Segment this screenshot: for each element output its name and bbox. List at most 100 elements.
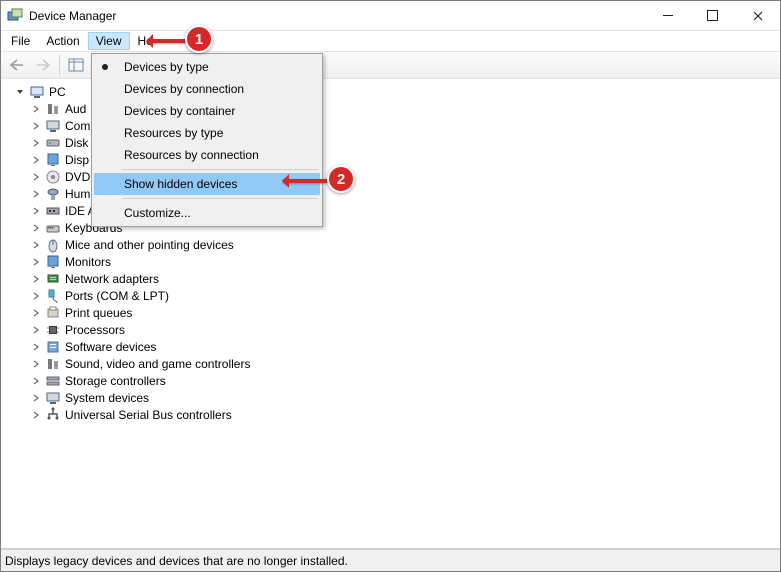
device-category-icon xyxy=(45,152,61,168)
menu-action[interactable]: Action xyxy=(38,32,87,50)
annotation-1: 1 xyxy=(185,25,213,53)
tree-item-label: Disk xyxy=(65,136,88,150)
menu-item[interactable]: Devices by connection xyxy=(94,78,320,100)
menu-item-label: Devices by connection xyxy=(124,82,244,96)
tree-item-label: Processors xyxy=(65,323,125,337)
caret-right-icon[interactable] xyxy=(31,376,41,386)
menu-item[interactable]: Devices by container xyxy=(94,100,320,122)
caret-right-icon[interactable] xyxy=(31,206,41,216)
caret-right-icon[interactable] xyxy=(31,138,41,148)
menu-item[interactable]: Resources by connection xyxy=(94,144,320,166)
caret-right-icon[interactable] xyxy=(31,274,41,284)
device-category-icon xyxy=(45,203,61,219)
device-category-icon xyxy=(45,254,61,270)
tree-item-label: System devices xyxy=(65,391,149,405)
menu-item[interactable]: Customize... xyxy=(94,202,320,224)
menubar: File Action View He xyxy=(1,31,780,51)
toolbar-separator xyxy=(59,55,60,75)
view-dropdown-menu: Devices by type Devices by connection Devi… xyxy=(91,53,323,227)
menu-item-label: Resources by connection xyxy=(124,148,259,162)
caret-right-icon[interactable] xyxy=(31,342,41,352)
menu-file[interactable]: File xyxy=(3,32,38,50)
tree-item-label: Print queues xyxy=(65,306,132,320)
device-category-icon xyxy=(45,356,61,372)
device-category-icon xyxy=(45,390,61,406)
menu-item[interactable]: Devices by type xyxy=(94,56,320,78)
maximize-button[interactable] xyxy=(690,1,735,30)
tree-item-label: Mice and other pointing devices xyxy=(65,238,234,252)
device-category-icon xyxy=(45,288,61,304)
tree-item-label: Network adapters xyxy=(65,272,159,286)
menu-separator xyxy=(122,169,318,170)
device-category-icon xyxy=(45,237,61,253)
tree-item-label: Universal Serial Bus controllers xyxy=(65,408,232,422)
status-text: Displays legacy devices and devices that… xyxy=(5,554,348,568)
tree-item-label: Hum xyxy=(65,187,90,201)
tree-item[interactable]: Monitors xyxy=(7,253,780,270)
tree-item[interactable]: Ports (COM & LPT) xyxy=(7,287,780,304)
tree-item[interactable]: Processors xyxy=(7,321,780,338)
tree-item[interactable]: System devices xyxy=(7,389,780,406)
device-category-icon xyxy=(45,305,61,321)
caret-right-icon[interactable] xyxy=(31,291,41,301)
menu-separator xyxy=(122,198,318,199)
device-category-icon xyxy=(45,373,61,389)
menu-item-label: Devices by type xyxy=(124,60,209,74)
tree-item-label: Aud xyxy=(65,102,86,116)
device-category-icon xyxy=(45,407,61,423)
device-category-icon xyxy=(45,339,61,355)
tree-item-label: Ports (COM & LPT) xyxy=(65,289,169,303)
tree-item[interactable]: Sound, video and game controllers xyxy=(7,355,780,372)
titlebar: Device Manager xyxy=(1,1,780,31)
caret-right-icon[interactable] xyxy=(31,410,41,420)
tree-item[interactable]: Network adapters xyxy=(7,270,780,287)
tree-item-label: Com xyxy=(65,119,90,133)
tree-item-label: Software devices xyxy=(65,340,156,354)
close-button[interactable] xyxy=(735,1,780,30)
menu-view[interactable]: View xyxy=(88,32,130,50)
annotation-arrow xyxy=(147,39,189,43)
caret-right-icon[interactable] xyxy=(31,189,41,199)
menu-item[interactable]: Resources by type xyxy=(94,122,320,144)
caret-down-icon[interactable] xyxy=(15,87,25,97)
computer-icon xyxy=(29,84,45,100)
minimize-button[interactable] xyxy=(645,1,690,30)
caret-right-icon[interactable] xyxy=(31,121,41,131)
caret-right-icon[interactable] xyxy=(31,308,41,318)
caret-right-icon[interactable] xyxy=(31,223,41,233)
caret-right-icon[interactable] xyxy=(31,155,41,165)
statusbar: Displays legacy devices and devices that… xyxy=(1,549,780,571)
caret-right-icon[interactable] xyxy=(31,104,41,114)
device-category-icon xyxy=(45,135,61,151)
checked-icon xyxy=(102,64,108,70)
show-hide-tree-button[interactable] xyxy=(64,54,88,76)
tree-item[interactable]: Storage controllers xyxy=(7,372,780,389)
caret-right-icon[interactable] xyxy=(31,257,41,267)
device-category-icon xyxy=(45,271,61,287)
tree-item-label: Sound, video and game controllers xyxy=(65,357,250,371)
annotation-arrow xyxy=(283,179,331,183)
caret-right-icon[interactable] xyxy=(31,172,41,182)
device-category-icon xyxy=(45,186,61,202)
device-category-icon xyxy=(45,118,61,134)
menu-item-label: Customize... xyxy=(124,206,191,220)
tree-item[interactable]: Print queues xyxy=(7,304,780,321)
tree-item-label: Disp xyxy=(65,153,89,167)
nav-back-button[interactable] xyxy=(5,54,29,76)
device-category-icon xyxy=(45,101,61,117)
app-icon xyxy=(7,8,23,24)
tree-item[interactable]: Universal Serial Bus controllers xyxy=(7,406,780,423)
caret-right-icon[interactable] xyxy=(31,325,41,335)
tree-item-label: Monitors xyxy=(65,255,111,269)
caret-right-icon[interactable] xyxy=(31,359,41,369)
caret-right-icon[interactable] xyxy=(31,240,41,250)
window-controls xyxy=(645,1,780,30)
device-category-icon xyxy=(45,220,61,236)
annotation-2: 2 xyxy=(327,165,355,193)
nav-forward-button[interactable] xyxy=(31,54,55,76)
tree-item[interactable]: Mice and other pointing devices xyxy=(7,236,780,253)
tree-item-label: Storage controllers xyxy=(65,374,166,388)
tree-item[interactable]: Software devices xyxy=(7,338,780,355)
caret-right-icon[interactable] xyxy=(31,393,41,403)
device-category-icon xyxy=(45,169,61,185)
